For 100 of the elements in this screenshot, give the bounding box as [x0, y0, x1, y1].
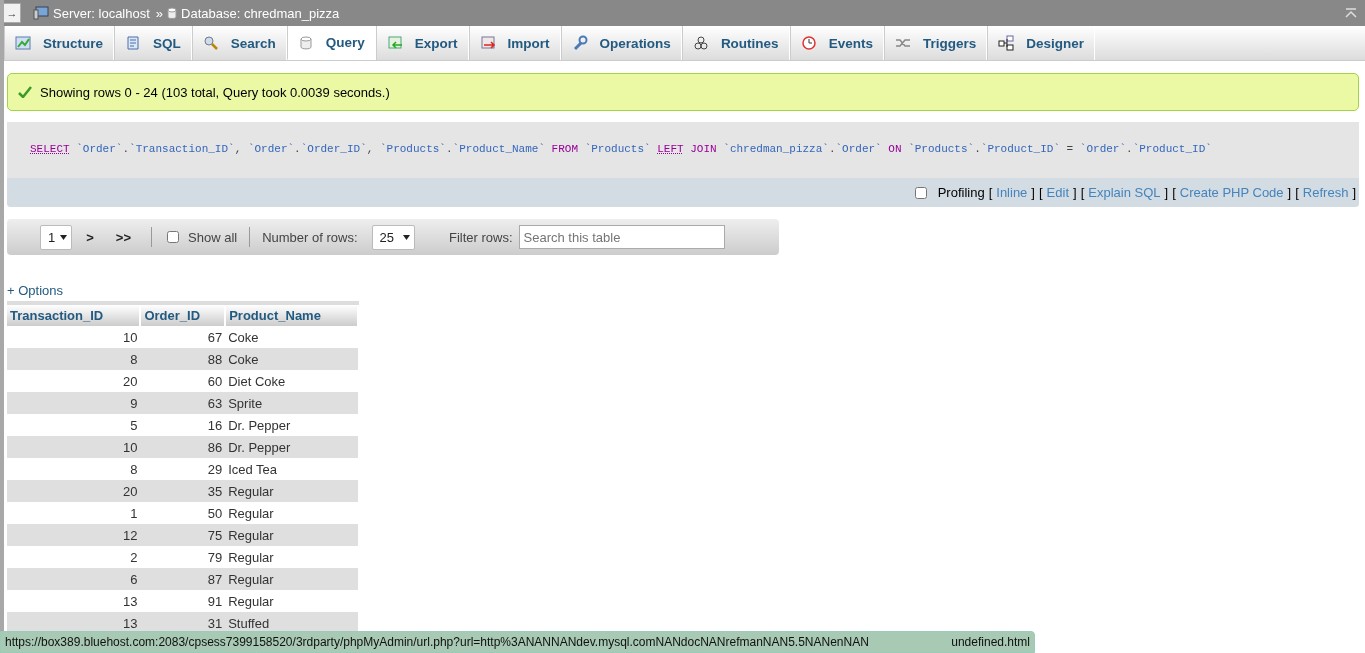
table-cell: Diet Coke: [225, 370, 358, 392]
table-cell: 63: [140, 392, 226, 414]
column-header[interactable]: Product_Name: [225, 303, 358, 326]
bracket: ]: [1164, 185, 1169, 200]
page-select[interactable]: 1: [40, 224, 73, 250]
column-header[interactable]: Order_ID: [140, 303, 226, 326]
checkmark-icon: [18, 86, 32, 98]
table-cell: Coke: [225, 326, 358, 348]
table-import-icon: [479, 35, 496, 51]
table-cell: Regular: [225, 524, 358, 546]
table-cell: Stuffed: [225, 612, 358, 634]
options-link[interactable]: + Options: [7, 283, 63, 298]
clock-icon: [800, 35, 817, 51]
show-all-label: Show all: [188, 229, 238, 245]
next-page-button[interactable]: >: [78, 229, 102, 245]
tab[interactable]: Routines: [681, 26, 790, 60]
bracket: [: [988, 185, 993, 200]
table-cell: 86: [140, 436, 226, 458]
tab[interactable]: Import: [468, 26, 561, 60]
table-cell: 20: [7, 370, 141, 392]
message-text: Showing rows 0 - 24 (103 total, Query took 0.0039 seconds.): [40, 84, 390, 100]
filter-field[interactable]: Search this table: [518, 225, 725, 249]
table-cell: 75: [140, 524, 226, 546]
table-cell: 31: [140, 612, 226, 634]
tab[interactable]: Operations: [560, 26, 682, 60]
table-cell: Coke: [225, 348, 358, 370]
rows-label: Number of rows:: [262, 229, 358, 245]
search-icon: [202, 35, 219, 51]
dropdown-arrow-icon: [60, 234, 68, 240]
table-cell: 88: [140, 348, 226, 370]
profiling-checkbox[interactable]: [914, 186, 927, 199]
sql-query: SELECT `Order`.`Transaction_ID`, `Order`.`Order_ID`, `Products`.`Product_Name` FROM `Products` LEFT JOIN `chredman_pizza`.`Order` ON `Products`.`Product_ID` = `Order`.`Product_ID`: [29, 142, 1213, 157]
table-cell: Regular: [225, 546, 358, 568]
table-cell: Dr. Pepper: [225, 436, 358, 458]
table-cell: 8: [7, 348, 141, 370]
collapse-icon: [1345, 8, 1357, 18]
table-cell: 67: [140, 326, 226, 348]
database-icon: [167, 6, 178, 20]
table-cell: Regular: [225, 502, 358, 524]
table-cell: 5: [7, 414, 141, 436]
table-cell: 13: [7, 590, 141, 612]
table-cell: 20: [7, 480, 141, 502]
dropdown-arrow-icon: [403, 234, 410, 240]
tab[interactable]: Query: [286, 26, 376, 60]
tab[interactable]: Search: [191, 26, 287, 60]
profiling-label: Profiling: [937, 185, 985, 200]
server-link[interactable]: Server: localhost: [53, 5, 150, 21]
table-cell: 9: [7, 392, 141, 414]
tab[interactable]: Designer: [987, 26, 1095, 60]
table-cell: 35: [140, 480, 226, 502]
table-cell: Regular: [225, 590, 358, 612]
table-cell: 60: [140, 370, 226, 392]
server-icon: [33, 6, 49, 20]
tab[interactable]: SQL: [114, 26, 192, 60]
bracket: [: [1080, 185, 1085, 200]
database-link[interactable]: Database: chredman_pizza: [181, 5, 340, 21]
table-cell: Dr. Pepper: [225, 414, 358, 436]
table-cell: Sprite: [225, 392, 358, 414]
table-export-icon: [386, 35, 403, 51]
diagram-icon: [998, 35, 1015, 51]
bracket: ]: [1031, 185, 1035, 200]
table-cell: 1: [7, 502, 141, 524]
table-cell: 50: [140, 502, 226, 524]
table-cell: 13: [7, 612, 141, 634]
breadcrumb-separator: »: [155, 5, 164, 21]
table-cell: 16: [140, 414, 226, 436]
column-header[interactable]: Transaction_ID: [7, 303, 141, 326]
bracket: [: [1038, 185, 1043, 200]
table-cell: 2: [7, 546, 141, 568]
table-cell: 79: [140, 546, 226, 568]
last-page-button[interactable]: >>: [107, 229, 139, 245]
bracket: ]: [1352, 185, 1356, 200]
tab[interactable]: Triggers: [883, 26, 988, 60]
tab[interactable]: Export: [375, 26, 469, 60]
table-cell: 29: [140, 458, 226, 480]
bracket: [: [1172, 185, 1176, 200]
chart-icon: [15, 35, 31, 51]
bracket: ]: [1287, 185, 1292, 200]
table-cell: 6: [7, 568, 141, 590]
table-cell: Regular: [225, 568, 358, 590]
status-url-tail: undefined.html: [951, 635, 1030, 649]
table-cell: 8: [7, 458, 141, 480]
filter-label: Filter rows:: [449, 229, 513, 245]
tab[interactable]: Structure: [4, 26, 114, 60]
back-button[interactable]: →: [4, 3, 21, 23]
status-url: https://box389.bluehost.com:2083/cpsess7399158520/3rdparty/phpMyAdmin/url.php?url=http%3ANANNANdev.mysql.comNANdocNANrefmanNAN5.5NANenNAN: [5, 635, 869, 649]
scroll-icon: [125, 35, 141, 51]
table-cell: Regular: [225, 480, 358, 502]
database-icon: [297, 34, 314, 51]
table-cell: 91: [140, 590, 226, 612]
show-all-checkbox[interactable]: [167, 231, 179, 243]
table-cell: 10: [7, 436, 141, 458]
bracket: [: [1295, 185, 1299, 200]
table-cell: 10: [7, 326, 141, 348]
table-cell: 12: [7, 524, 141, 546]
table-cell: 87: [140, 568, 226, 590]
tab[interactable]: Events: [789, 26, 884, 60]
rows-select[interactable]: 25: [371, 224, 415, 250]
bracket: ]: [1073, 185, 1077, 200]
table-cell: Iced Tea: [225, 458, 358, 480]
